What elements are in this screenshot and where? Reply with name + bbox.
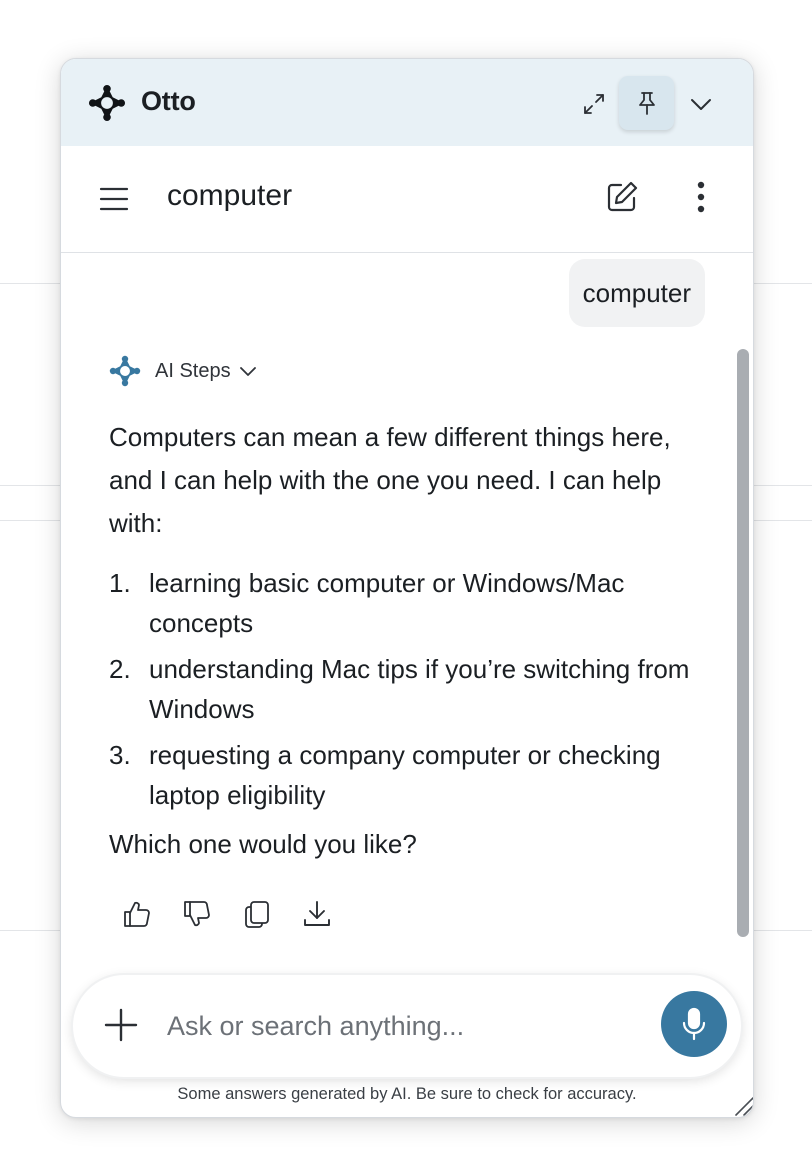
edit-icon[interactable] bbox=[604, 179, 640, 215]
copy-button[interactable] bbox=[239, 894, 275, 934]
download-icon bbox=[304, 901, 330, 926]
background-divider bbox=[754, 930, 812, 931]
list-item-text: understanding Mac tips if you’re switchi… bbox=[149, 654, 690, 724]
answer-options-list: 1. learning basic computer or Windows/Ma… bbox=[109, 563, 709, 815]
expand-button[interactable] bbox=[575, 85, 613, 123]
list-item-text: learning basic computer or Windows/Mac c… bbox=[149, 568, 625, 638]
background-divider bbox=[754, 520, 812, 521]
background-divider bbox=[0, 485, 60, 486]
ai-answer: Computers can mean a few different thing… bbox=[109, 416, 709, 864]
composer bbox=[73, 975, 741, 1077]
download-button[interactable] bbox=[299, 894, 335, 934]
list-item-number: 3. bbox=[109, 740, 131, 770]
otto-logo-icon bbox=[88, 84, 126, 122]
ask-input[interactable] bbox=[167, 1003, 637, 1049]
list-item-number: 2. bbox=[109, 654, 131, 684]
app-name: Otto bbox=[141, 86, 196, 116]
thumbs-down-button[interactable] bbox=[179, 894, 215, 934]
thumbs-down-icon bbox=[184, 901, 210, 927]
ai-steps-toggle[interactable]: AI Steps bbox=[109, 354, 257, 388]
ai-steps-label: AI Steps bbox=[155, 359, 231, 382]
chevron-down-icon bbox=[691, 99, 711, 110]
copy-icon bbox=[245, 901, 269, 928]
chevron-down-icon bbox=[239, 367, 256, 376]
conversation-title: computer bbox=[167, 179, 293, 212]
pin-icon bbox=[638, 92, 655, 115]
scrollbar-thumb[interactable] bbox=[737, 349, 749, 937]
thumbs-up-icon bbox=[124, 901, 150, 927]
menu-icon[interactable] bbox=[96, 181, 132, 217]
chat-widget: Otto computer computer AI Steps Computer… bbox=[60, 58, 754, 1118]
background-divider bbox=[754, 283, 812, 284]
list-item: 3. requesting a company computer or chec… bbox=[109, 735, 709, 815]
answer-question: Which one would you like? bbox=[109, 829, 417, 859]
plus-icon[interactable] bbox=[101, 1005, 141, 1045]
list-item: 2. understanding Mac tips if you’re swit… bbox=[109, 649, 709, 729]
background-divider bbox=[0, 930, 60, 931]
user-message: computer bbox=[568, 259, 705, 327]
microphone-button[interactable] bbox=[661, 991, 727, 1057]
list-item: 1. learning basic computer or Windows/Ma… bbox=[109, 563, 709, 643]
list-item-number: 1. bbox=[109, 568, 131, 598]
collapse-button[interactable] bbox=[683, 85, 719, 123]
pin-button[interactable] bbox=[619, 76, 674, 130]
background-divider bbox=[0, 520, 60, 521]
background-divider bbox=[0, 283, 60, 284]
background-divider bbox=[754, 485, 812, 486]
message-list: computer AI Steps Computers can mean a f… bbox=[61, 254, 753, 974]
title-bar: Otto bbox=[61, 59, 753, 146]
answer-intro: Computers can mean a few different thing… bbox=[109, 422, 671, 538]
message-actions bbox=[119, 894, 359, 934]
ai-sparkle-icon bbox=[109, 355, 141, 387]
resize-grip-icon[interactable] bbox=[733, 1095, 754, 1117]
expand-icon bbox=[584, 94, 604, 114]
conversation-header: computer bbox=[61, 146, 753, 253]
list-item-text: requesting a company computer or checkin… bbox=[149, 740, 661, 810]
microphone-icon bbox=[682, 1007, 706, 1041]
more-vertical-icon[interactable] bbox=[685, 179, 717, 215]
thumbs-up-button[interactable] bbox=[119, 894, 155, 934]
ai-disclaimer: Some answers generated by AI. Be sure to… bbox=[177, 1085, 637, 1103]
